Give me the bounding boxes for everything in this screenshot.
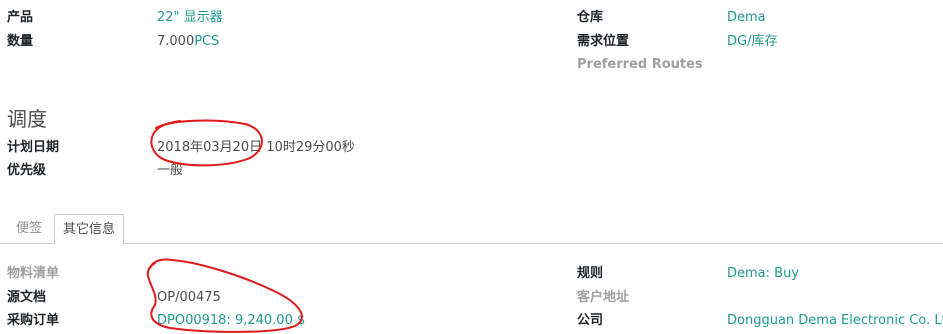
demand-location-link[interactable]: DG/库存 [727, 34, 777, 50]
tab-other-info[interactable]: 其它信息 [54, 214, 125, 245]
tab-notes[interactable]: 便签 [8, 214, 50, 244]
source-document-value: OP/00475 [157, 290, 221, 305]
product-label: 产品 [7, 10, 34, 25]
scheduled-date-label: 计划日期 [7, 140, 60, 155]
rule-label: 规则 [577, 266, 604, 281]
priority-value: 一般 [157, 163, 184, 178]
quantity-number: 7.000 [157, 34, 195, 49]
company-label: 公司 [577, 313, 604, 328]
preferred-routes-label: Preferred Routes [577, 57, 703, 72]
bom-label: 物料清单 [7, 266, 60, 281]
quantity-label: 数量 [7, 34, 34, 49]
quantity-value: 7.000PCS [157, 34, 219, 50]
purchase-order-label: 采购订单 [7, 313, 60, 328]
warehouse-link[interactable]: Dema [727, 10, 766, 26]
company-link[interactable]: Dongguan Dema Electronic Co. Ltd. [727, 313, 943, 329]
customer-address-label: 客户地址 [577, 290, 630, 305]
notebook-tabs: 便签 其它信息 [0, 214, 943, 245]
purchase-order-link[interactable]: DPO00918: 9,240.00 $ [157, 313, 305, 329]
demand-location-label: 需求位置 [577, 34, 630, 49]
product-link[interactable]: 22" 显示器 [157, 10, 223, 26]
quantity-unit-link[interactable]: PCS [194, 34, 219, 49]
rule-link[interactable]: Dema: Buy [727, 266, 799, 282]
warehouse-label: 仓库 [577, 10, 604, 25]
priority-label: 优先级 [7, 163, 47, 178]
schedule-section-title: 调度 [7, 107, 47, 131]
source-document-label: 源文档 [7, 290, 47, 305]
scheduled-date-value: 2018年03月20日 10时29分00秒 [157, 140, 355, 155]
red-annotation-marks [146, 119, 303, 333]
